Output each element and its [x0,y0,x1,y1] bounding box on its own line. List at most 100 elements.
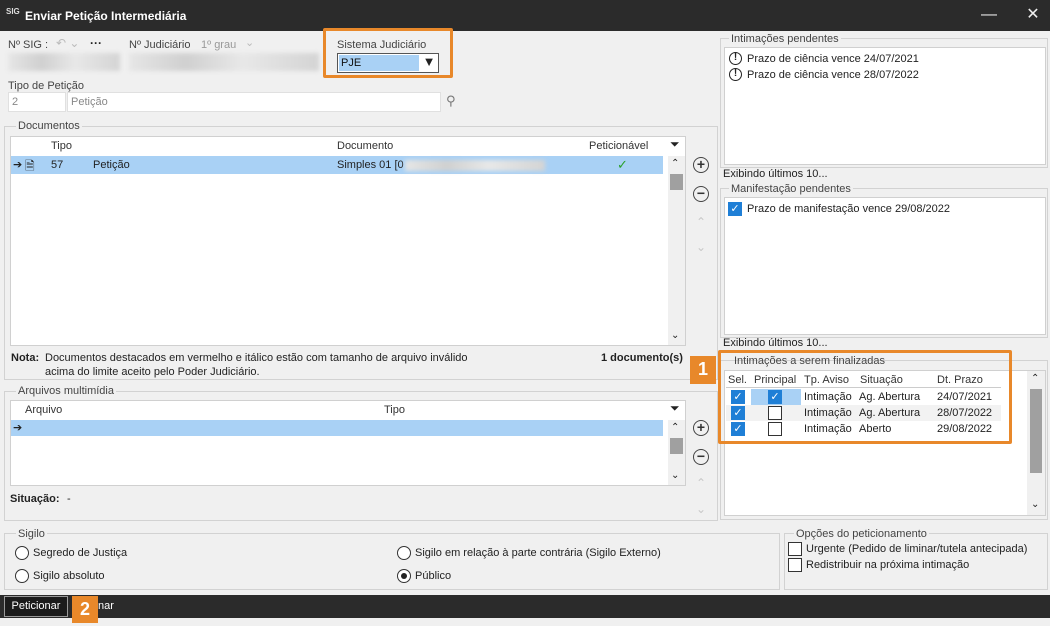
to-finalize-title: Intimações a serem finalizadas [734,355,886,367]
scroll-down-icon[interactable]: ⌄ [671,330,679,341]
scroll-up-icon[interactable]: ⌃ [671,422,679,433]
select-checkbox[interactable]: ✓ [731,422,745,436]
table-row[interactable]: ➔ 🗎 57 Petição Simples 01 [0 ✓ [11,156,663,174]
scroll-down-icon[interactable]: ⌄ [671,470,679,481]
pending-notices-list: ! Prazo de ciência vence 24/07/2021 ! Pr… [724,47,1046,165]
media-status-value: - [67,493,71,505]
radio-absolute-secrecy[interactable] [15,569,29,583]
remove-document-button[interactable]: − [693,186,709,202]
radio-label: Segredo de Justiça [33,547,128,559]
petition-type-code[interactable]: 2 [8,92,66,112]
add-media-button[interactable]: + [693,420,709,436]
column-header-file[interactable]: Arquivo [25,404,62,416]
scroll-thumb[interactable] [670,174,683,190]
close-button[interactable]: ✕ [1019,4,1047,26]
principal-checkbox[interactable]: ✓ [768,390,782,404]
window-title: Enviar Petição Intermediária [25,9,187,23]
note-text-2: acima do limite aceito pelo Poder Judici… [45,366,260,378]
scroll-thumb[interactable] [670,438,683,454]
notice-situation: Aberto [859,423,892,435]
system-select[interactable]: PJE ▼ [337,53,439,73]
petitionable-check-icon: ✓ [617,157,628,172]
document-name: Simples 01 [0 [337,159,404,171]
column-header-document[interactable]: Documento [337,140,393,152]
table-row[interactable]: ✓ Intimação Aberto 29/08/2022 [726,421,1001,437]
documents-scrollbar[interactable]: ⌃ ⌄ [668,156,685,345]
notice-type: Intimação [804,407,852,419]
cancel-button[interactable]: nar [98,600,114,612]
radio-label: Sigilo em relação à parte contrária (Sig… [415,547,661,559]
filter-icon[interactable]: ⏷ [670,137,680,152]
judicial-number-field[interactable] [129,53,319,71]
media-group-title: Arquivos multimídia [16,385,116,397]
column-header-situation[interactable]: Situação [860,374,903,386]
radio-label: Público [415,570,452,582]
column-header-type[interactable]: Tipo [51,140,72,152]
column-header-media-type[interactable]: Tipo [384,404,405,416]
select-checkbox[interactable]: ✓ [731,390,745,404]
table-row[interactable]: ✓ Intimação Ag. Abertura 28/07/2022 [726,405,1001,421]
grade-dropdown-icon[interactable]: ⌄ [245,36,254,49]
remove-media-button[interactable]: − [693,449,709,465]
documents-grid: Tipo Documento Peticionável ➔ 🗎 57 Petiç… [10,136,686,346]
manifest-text: Prazo de manifestação vence 29/08/2022 [747,203,951,215]
filter-icon[interactable]: ⏷ [670,401,680,416]
undo-icon[interactable]: ↶ ⌄ [56,36,79,50]
notice-text: Prazo de ciência vence 28/07/2022 [747,69,919,81]
radio-public[interactable] [397,569,411,583]
urgent-checkbox[interactable] [788,542,802,556]
notice-text: Prazo de ciência vence 24/07/2021 [747,53,919,65]
document-name-blurred [405,160,545,171]
table-row[interactable]: ✓ ✓ Intimação Ag. Abertura 24/07/2021 [726,389,1001,405]
petition-type-name[interactable]: Petição [67,92,441,112]
submit-button[interactable]: Peticionar [4,596,68,617]
judicial-number-label: Nº Judiciário [129,39,191,51]
sig-number-field[interactable] [8,53,120,71]
pending-manifest-list: ✓ Prazo de manifestação vence 29/08/2022 [724,197,1046,335]
pending-manifest-title: Manifestação pendentes [729,183,853,195]
app-logo-icon: SIG [6,7,20,16]
column-header-principal[interactable]: Principal [754,374,796,386]
scroll-thumb[interactable] [1030,389,1042,473]
principal-checkbox[interactable] [768,406,782,420]
grade-label: 1º grau [201,39,237,51]
secrecy-title: Sigilo [16,528,47,540]
document-code: 57 [51,159,64,171]
select-checkbox[interactable]: ✓ [731,406,745,420]
pending-notices-footer: Exibindo últimos 10... [723,168,828,180]
move-down-icon[interactable]: ⌄ [693,502,709,516]
title-bar: SIG Enviar Petição Intermediária — ✕ [0,0,1050,31]
column-header-due-date[interactable]: Dt. Prazo [937,374,983,386]
more-options-button[interactable]: ··· [90,36,102,50]
chevron-down-icon[interactable]: ▼ [420,53,438,73]
column-header-petitionable[interactable]: Peticionável [589,140,648,152]
finalize-header-row: Sel. Principal Tp. Aviso Situação Dt. Pr… [726,372,1001,388]
radio-external-secrecy[interactable] [397,546,411,560]
column-header-notice-type[interactable]: Tp. Aviso [804,374,849,386]
minimize-button[interactable]: — [975,4,1003,26]
search-icon[interactable]: ⚲ [446,93,456,109]
secrecy-group [4,533,780,590]
column-header-sel[interactable]: Sel. [728,374,747,386]
row-pointer-icon: ➔ [13,159,23,171]
media-scrollbar[interactable]: ⌃ ⌄ [668,420,685,485]
system-select-value: PJE [339,55,419,71]
step-badge-1: 1 [690,356,716,384]
list-item[interactable]: ➔ [11,420,663,436]
finalize-scrollbar[interactable]: ⌃ ⌄ [1027,371,1045,515]
scroll-up-icon[interactable]: ⌃ [671,158,679,169]
document-icon: 🗎 [25,159,35,173]
add-document-button[interactable]: + [693,157,709,173]
checkbox-checked-icon[interactable]: ✓ [728,202,742,216]
radio-justice-secret[interactable] [15,546,29,560]
notice-situation: Ag. Abertura [859,391,921,403]
scroll-up-icon[interactable]: ⌃ [1031,373,1039,384]
move-up-icon[interactable]: ⌃ [693,215,709,229]
system-label: Sistema Judiciário [337,39,427,51]
notice-due-date: 29/08/2022 [937,423,993,435]
principal-checkbox[interactable] [768,422,782,436]
scroll-down-icon[interactable]: ⌄ [1031,499,1039,510]
move-up-icon[interactable]: ⌃ [693,476,709,490]
move-down-icon[interactable]: ⌄ [693,240,709,254]
redistribute-checkbox[interactable] [788,558,802,572]
